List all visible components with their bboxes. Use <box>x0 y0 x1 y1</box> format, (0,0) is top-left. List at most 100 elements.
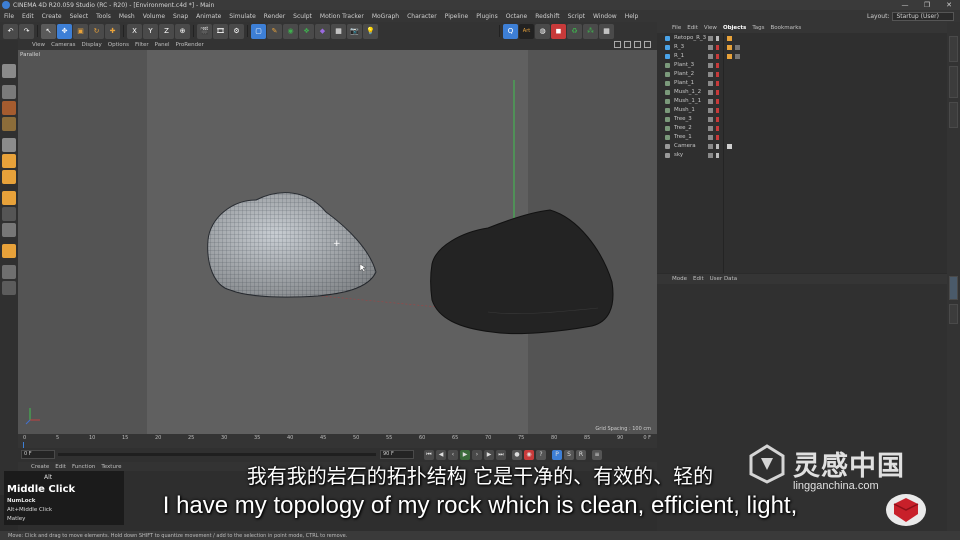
undo-icon[interactable]: ↶ <box>3 23 18 39</box>
layer-icon[interactable] <box>708 90 713 95</box>
move-tool-icon[interactable]: ✥ <box>57 23 72 39</box>
tweak-mode-icon[interactable] <box>2 207 16 221</box>
object-row[interactable]: Plant_3 <box>657 61 947 70</box>
tag-icon[interactable] <box>727 54 732 59</box>
layer-icon[interactable] <box>708 45 713 50</box>
layout-dropdown[interactable]: Startup (User) <box>892 11 954 21</box>
viewport-menu-view[interactable]: View <box>29 42 48 48</box>
om-menu-tags[interactable]: Tags <box>749 25 767 31</box>
layer-icon[interactable] <box>708 63 713 68</box>
menu-sculpt[interactable]: Sculpt <box>289 13 316 20</box>
next-key-icon[interactable]: ▶ <box>484 450 494 460</box>
position-key-icon[interactable]: P <box>552 450 562 460</box>
material-plugin-icon[interactable]: ◍ <box>535 23 550 39</box>
om-menu-objects[interactable]: Objects <box>720 25 749 31</box>
preview-range-slider[interactable] <box>58 453 376 456</box>
content-browser-dock-tab[interactable] <box>949 66 958 98</box>
plugin-cluster-icon[interactable]: ⁂ <box>583 23 598 39</box>
menu-script[interactable]: Script <box>564 13 589 20</box>
menu-pipeline[interactable]: Pipeline <box>441 13 472 20</box>
autokey-icon[interactable]: ◉ <box>524 450 534 460</box>
light-icon[interactable]: 💡 <box>363 23 378 39</box>
go-to-end-icon[interactable]: ⏭ <box>496 450 506 460</box>
previous-frame-icon[interactable]: ‹ <box>448 450 458 460</box>
layer-icon[interactable] <box>708 36 713 41</box>
visibility-dots-icon[interactable] <box>716 81 719 86</box>
edit-render-settings-icon[interactable]: ⚙ <box>229 23 244 39</box>
am-menu-mode[interactable]: Mode <box>669 276 690 282</box>
visibility-dots-icon[interactable] <box>716 54 719 59</box>
record-icon[interactable]: ● <box>512 450 522 460</box>
menu-simulate[interactable]: Simulate <box>225 13 260 20</box>
next-frame-icon[interactable]: › <box>472 450 482 460</box>
z-axis-button[interactable]: Z <box>159 23 174 39</box>
layer-icon[interactable] <box>708 144 713 149</box>
enable-axis-icon[interactable] <box>2 191 16 205</box>
make-editable-icon[interactable] <box>2 64 16 78</box>
object-row[interactable]: Tree_2 <box>657 124 947 133</box>
visibility-dots-icon[interactable] <box>716 99 719 104</box>
viewport-menu-prorender[interactable]: ProRender <box>173 42 207 48</box>
tag-icon[interactable] <box>727 45 732 50</box>
layer-icon[interactable] <box>708 153 713 158</box>
am-menu-user-data[interactable]: User Data <box>707 276 740 282</box>
object-row[interactable]: R_1 <box>657 52 947 61</box>
render-view-icon[interactable]: 🎬 <box>197 23 212 39</box>
menu-volume[interactable]: Volume <box>139 13 169 20</box>
3d-viewport[interactable]: Parallel + Grid Spacing: 100 cm <box>18 50 657 434</box>
key-selection-icon[interactable]: ? <box>536 450 546 460</box>
layer-icon[interactable] <box>708 99 713 104</box>
y-axis-button[interactable]: Y <box>143 23 158 39</box>
visibility-dots-icon[interactable] <box>716 126 719 131</box>
polygons-mode-icon[interactable] <box>2 170 16 184</box>
menu-edit[interactable]: Edit <box>18 13 38 20</box>
visibility-dots-icon[interactable] <box>716 153 719 158</box>
attributes-dock-tab[interactable] <box>949 276 958 300</box>
end-frame-field[interactable]: 90 F <box>380 450 414 459</box>
timeline-ruler[interactable]: 0 5 10 15 20 25 30 35 40 45 50 55 60 65 … <box>18 434 657 448</box>
timeline-menu-icon[interactable]: ≡ <box>592 450 602 460</box>
om-menu-bookmarks[interactable]: Bookmarks <box>768 25 805 31</box>
layers-dock-tab[interactable] <box>949 304 958 324</box>
x-axis-button[interactable]: X <box>127 23 142 39</box>
layer-icon[interactable] <box>708 72 713 77</box>
om-menu-view[interactable]: View <box>701 25 720 31</box>
object-row[interactable]: Tree_3 <box>657 115 947 124</box>
start-frame-field[interactable]: 0 F <box>21 450 55 459</box>
object-row[interactable]: Mush_1 <box>657 106 947 115</box>
play-forward-icon[interactable]: ▶ <box>460 450 470 460</box>
menu-render[interactable]: Render <box>260 13 289 20</box>
viewport-menu-filter[interactable]: Filter <box>132 42 152 48</box>
om-menu-edit[interactable]: Edit <box>684 25 701 31</box>
solo-icon[interactable] <box>2 265 16 279</box>
visibility-dots-icon[interactable] <box>716 72 719 77</box>
menu-octane[interactable]: Octane <box>502 13 532 20</box>
deformer-icon[interactable]: ◆ <box>315 23 330 39</box>
viewport-menu-panel[interactable]: Panel <box>152 42 173 48</box>
menu-tools[interactable]: Tools <box>92 13 115 20</box>
menu-create[interactable]: Create <box>38 13 66 20</box>
qr-plugin-icon[interactable]: Q <box>503 23 518 39</box>
spline-pen-icon[interactable]: ✎ <box>267 23 282 39</box>
subdivision-surface-icon[interactable]: ◉ <box>283 23 298 39</box>
layers-icon[interactable] <box>2 281 16 295</box>
tag-icon[interactable] <box>727 36 732 41</box>
viewport-zoom-icon[interactable] <box>624 41 631 48</box>
am-menu-edit[interactable]: Edit <box>690 276 707 282</box>
redo-icon[interactable]: ↷ <box>19 23 34 39</box>
layer-icon[interactable] <box>708 126 713 131</box>
workplane-icon[interactable] <box>2 244 16 258</box>
menu-motion-tracker[interactable]: Motion Tracker <box>316 13 368 20</box>
layer-icon[interactable] <box>708 117 713 122</box>
menu-plugins[interactable]: Plugins <box>472 13 502 20</box>
recent-tool-icon[interactable]: ✚ <box>105 23 120 39</box>
plugin-grid-icon[interactable]: ▦ <box>599 23 614 39</box>
minimize-button[interactable]: — <box>894 0 916 10</box>
cube-icon[interactable]: ▢ <box>251 23 266 39</box>
viewport-pan-icon[interactable] <box>614 41 621 48</box>
object-row[interactable]: Retopo_R_3 <box>657 34 947 43</box>
structure-dock-tab[interactable] <box>949 102 958 128</box>
rotate-tool-icon[interactable]: ↻ <box>89 23 104 39</box>
visibility-dots-icon[interactable] <box>716 117 719 122</box>
object-row[interactable]: sky <box>657 151 947 160</box>
